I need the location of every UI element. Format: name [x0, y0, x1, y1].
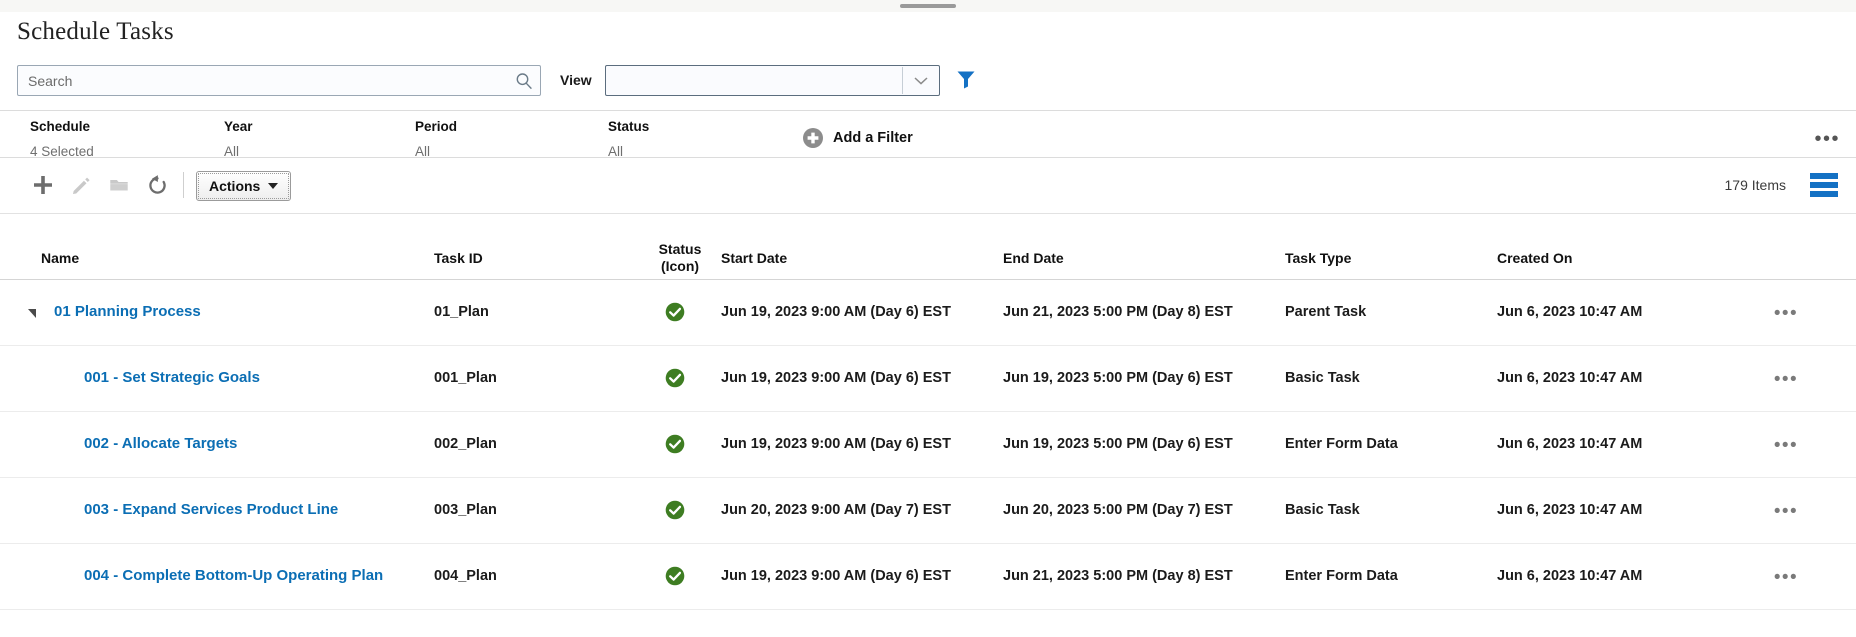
actions-button-label: Actions: [209, 178, 261, 194]
schedule-tasks-page: Schedule Tasks View Schedule 4 Selected …: [0, 0, 1856, 637]
items-count: 179 Items: [1724, 177, 1786, 193]
row-start-date: Jun 19, 2023 9:00 AM (Day 6) EST: [721, 436, 951, 452]
filter-year[interactable]: Year All: [224, 119, 253, 159]
add-a-filter-label: Add a Filter: [833, 130, 913, 146]
funnel-filter-icon[interactable]: [955, 68, 977, 90]
row-actions-button[interactable]: •••: [1774, 370, 1798, 389]
filter-schedule-value: 4 Selected: [30, 144, 94, 159]
table-row[interactable]: 01 Planning Process 01_Plan Jun 19, 2023…: [0, 280, 1856, 346]
row-task-type: Enter Form Data: [1285, 568, 1398, 584]
add-a-filter-button[interactable]: Add a Filter: [802, 127, 913, 149]
col-header-task-id[interactable]: Task ID: [434, 250, 483, 267]
row-task-type: Basic Task: [1285, 502, 1360, 518]
row-end-date: Jun 21, 2023 5:00 PM (Day 8) EST: [1003, 568, 1233, 584]
filter-status-label: Status: [608, 119, 650, 134]
row-name-link[interactable]: 004 - Complete Bottom-Up Operating Plan: [84, 567, 383, 584]
row-task-id: 002_Plan: [434, 436, 497, 452]
refresh-icon[interactable]: [144, 172, 170, 198]
col-header-status-line1: Status: [658, 241, 702, 257]
row-actions-button[interactable]: •••: [1774, 436, 1798, 455]
window-drag-strip: [0, 0, 1856, 12]
status-complete-icon: [665, 566, 685, 586]
row-start-date: Jun 20, 2023 9:00 AM (Day 7) EST: [721, 502, 951, 518]
row-end-date: Jun 21, 2023 5:00 PM (Day 8) EST: [1003, 304, 1233, 320]
table-row[interactable]: 001 - Set Strategic Goals 001_Plan Jun 1…: [0, 346, 1856, 412]
window-drag-handle[interactable]: [900, 4, 956, 8]
col-header-end-date[interactable]: End Date: [1003, 250, 1064, 267]
page-title: Schedule Tasks: [17, 18, 174, 45]
folder-icon[interactable]: [106, 172, 132, 198]
toolbar-divider: [183, 172, 184, 198]
row-expand-toggle-icon[interactable]: [28, 309, 36, 318]
row-start-date: Jun 19, 2023 9:00 AM (Day 6) EST: [721, 568, 951, 584]
filter-status-value: All: [608, 144, 624, 159]
filter-year-value: All: [224, 144, 240, 159]
col-header-name[interactable]: Name: [41, 250, 79, 267]
filter-status[interactable]: Status All: [608, 119, 649, 159]
table-row[interactable]: 002 - Allocate Targets 002_Plan Jun 19, …: [0, 412, 1856, 478]
status-complete-icon: [665, 500, 685, 520]
row-task-type: Basic Task: [1285, 370, 1360, 386]
table-row[interactable]: 004 - Complete Bottom-Up Operating Plan …: [0, 544, 1856, 610]
row-name-link[interactable]: 002 - Allocate Targets: [84, 435, 237, 452]
row-task-id: 001_Plan: [434, 370, 497, 386]
add-icon[interactable]: [30, 172, 56, 198]
caret-down-icon: [268, 183, 279, 189]
search-box[interactable]: [17, 65, 541, 96]
row-end-date: Jun 20, 2023 5:00 PM (Day 7) EST: [1003, 502, 1233, 518]
row-task-id: 004_Plan: [434, 568, 497, 584]
tasks-table: Name Task ID Status (Icon) Start Date En…: [0, 214, 1856, 610]
row-task-id: 003_Plan: [434, 502, 497, 518]
row-actions-button[interactable]: •••: [1774, 502, 1798, 521]
row-actions-button[interactable]: •••: [1774, 304, 1798, 323]
row-name-link[interactable]: 01 Planning Process: [54, 303, 201, 320]
view-divider: [902, 67, 903, 94]
status-complete-icon: [665, 368, 685, 388]
row-start-date: Jun 19, 2023 9:00 AM (Day 6) EST: [721, 304, 951, 320]
row-end-date: Jun 19, 2023 5:00 PM (Day 6) EST: [1003, 370, 1233, 386]
filter-period[interactable]: Period All: [415, 119, 457, 159]
row-created-on: Jun 6, 2023 10:47 AM: [1497, 304, 1643, 320]
list-layout-icon[interactable]: [1810, 173, 1838, 197]
table-toolbar: Actions 179 Items: [0, 158, 1856, 214]
col-header-status[interactable]: Status (Icon): [651, 241, 709, 275]
row-end-date: Jun 19, 2023 5:00 PM (Day 6) EST: [1003, 436, 1233, 452]
row-start-date: Jun 19, 2023 9:00 AM (Day 6) EST: [721, 370, 951, 386]
row-task-type: Enter Form Data: [1285, 436, 1398, 452]
status-complete-icon: [665, 434, 685, 454]
row-task-id: 01_Plan: [434, 304, 489, 320]
table-row[interactable]: 003 - Expand Services Product Line 003_P…: [0, 478, 1856, 544]
row-name-link[interactable]: 001 - Set Strategic Goals: [84, 369, 260, 386]
status-complete-icon: [665, 302, 685, 322]
actions-button[interactable]: Actions: [196, 171, 292, 201]
edit-pencil-icon[interactable]: [68, 172, 94, 198]
row-actions-button[interactable]: •••: [1774, 568, 1798, 587]
filter-period-label: Period: [415, 119, 458, 134]
chevron-down-icon[interactable]: [914, 77, 928, 85]
view-label: View: [560, 72, 592, 88]
row-created-on: Jun 6, 2023 10:47 AM: [1497, 370, 1643, 386]
plus-circle-icon: [803, 128, 823, 148]
view-select[interactable]: [605, 65, 940, 96]
row-created-on: Jun 6, 2023 10:47 AM: [1497, 502, 1643, 518]
col-header-created-on[interactable]: Created On: [1497, 250, 1572, 267]
filter-year-label: Year: [224, 119, 253, 134]
col-header-task-type[interactable]: Task Type: [1285, 250, 1351, 267]
row-task-type: Parent Task: [1285, 304, 1367, 320]
table-header-row: Name Task ID Status (Icon) Start Date En…: [0, 214, 1856, 280]
col-header-status-line2: (Icon): [660, 258, 700, 274]
col-header-start-date[interactable]: Start Date: [721, 250, 787, 267]
filter-schedule-label: Schedule: [30, 119, 91, 134]
row-created-on: Jun 6, 2023 10:47 AM: [1497, 568, 1643, 584]
filter-period-value: All: [415, 144, 431, 159]
filter-bar-overflow-button[interactable]: •••: [1814, 129, 1840, 149]
filter-bar: Schedule 4 Selected Year All Period All …: [0, 110, 1856, 159]
row-name-link[interactable]: 003 - Expand Services Product Line: [84, 501, 338, 518]
search-input[interactable]: [18, 66, 540, 95]
filter-schedule[interactable]: Schedule 4 Selected: [30, 119, 94, 159]
row-created-on: Jun 6, 2023 10:47 AM: [1497, 436, 1643, 452]
